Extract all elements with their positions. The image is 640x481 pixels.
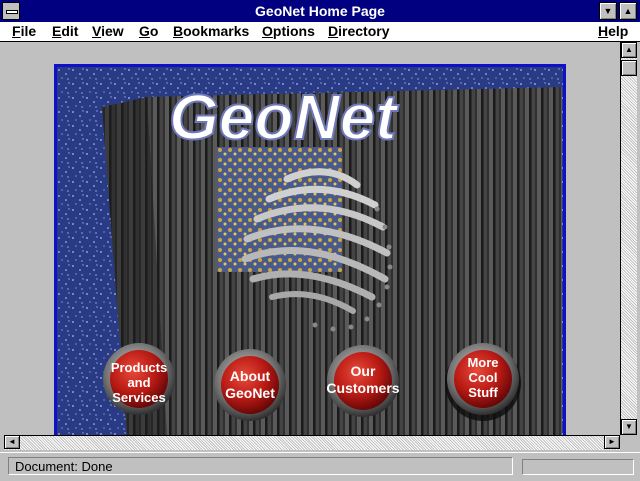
nav-label-line: GeoNet bbox=[225, 385, 275, 401]
nav-label-line: Services bbox=[112, 390, 166, 405]
scroll-thumb[interactable] bbox=[621, 60, 637, 76]
menu-options[interactable]: Options bbox=[262, 23, 315, 39]
nav-label-line: Cool bbox=[469, 370, 498, 385]
arrow-right-icon[interactable]: ► bbox=[604, 435, 620, 449]
scroll-corner bbox=[620, 435, 636, 449]
arrow-down-icon[interactable]: ▼ bbox=[621, 419, 637, 435]
menu-file[interactable]: File bbox=[12, 23, 36, 39]
window-title: GeoNet Home Page bbox=[255, 3, 385, 19]
nav-label-line: More bbox=[467, 355, 498, 370]
banner-graphic: GeoNet Products and Services About GeoNe… bbox=[57, 67, 563, 435]
arrow-up-icon[interactable]: ▲ bbox=[621, 42, 637, 58]
nav-label-line: Products bbox=[111, 360, 167, 375]
menu-help[interactable]: Help bbox=[598, 23, 628, 39]
maximize-icon[interactable]: ▲ bbox=[619, 2, 637, 20]
nav-label-line: Customers bbox=[326, 380, 399, 396]
status-text: Document: Done bbox=[8, 457, 513, 475]
geonet-banner: GeoNet Products and Services About GeoNe… bbox=[54, 64, 566, 435]
minimize-icon[interactable]: ▼ bbox=[599, 2, 617, 20]
title-bar: GeoNet Home Page ▼ ▲ bbox=[0, 0, 640, 23]
menu-go[interactable]: Go bbox=[139, 23, 158, 39]
nav-button-products[interactable]: Products and Services bbox=[103, 343, 175, 415]
menu-bar: File Edit View Go Bookmarks Options Dire… bbox=[0, 22, 640, 42]
content-area: GeoNet Products and Services About GeoNe… bbox=[4, 42, 620, 435]
status-bar: Document: Done bbox=[0, 452, 640, 481]
vertical-scrollbar[interactable]: ▲ ▼ bbox=[620, 42, 637, 435]
nav-label-line: and bbox=[127, 375, 150, 390]
nav-button-about[interactable]: About GeoNet bbox=[214, 349, 286, 421]
nav-label-line: Our bbox=[351, 363, 376, 379]
menu-directory[interactable]: Directory bbox=[328, 23, 389, 39]
menu-view[interactable]: View bbox=[92, 23, 124, 39]
nav-label-line: Stuff bbox=[468, 385, 498, 400]
horizontal-scrollbar[interactable]: ◄ ► bbox=[4, 435, 620, 450]
menu-bookmarks[interactable]: Bookmarks bbox=[173, 23, 249, 39]
progress-bar bbox=[522, 459, 634, 475]
nav-label-line: About bbox=[230, 368, 271, 384]
menu-edit[interactable]: Edit bbox=[52, 23, 78, 39]
arrow-left-icon[interactable]: ◄ bbox=[4, 435, 20, 449]
geonet-logo: GeoNet bbox=[169, 81, 399, 153]
